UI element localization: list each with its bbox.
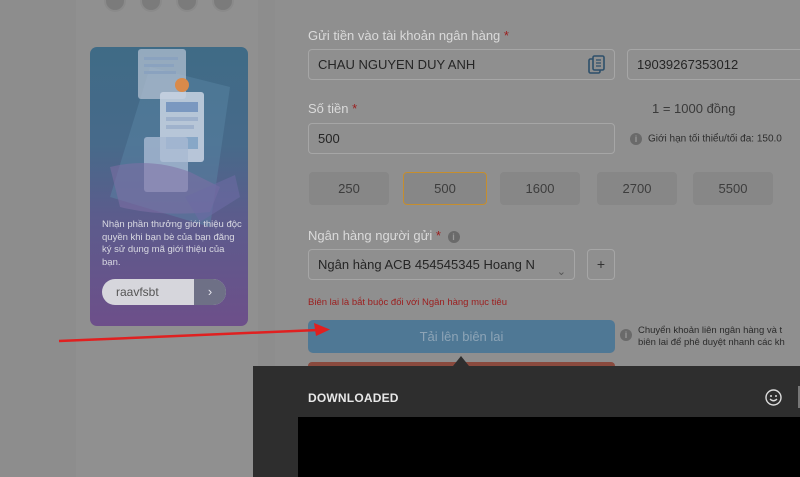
- social-icon[interactable]: [176, 0, 198, 12]
- account-name-field[interactable]: CHAU NGUYEN DUY ANH: [308, 49, 615, 80]
- amount-limit-hint: i Giới hạn tối thiểu/tối đa: 150.0: [630, 133, 782, 145]
- social-icon[interactable]: [140, 0, 162, 12]
- smiley-icon[interactable]: [765, 389, 782, 406]
- referral-promo-card: Nhận phần thưởng giới thiệu độc quyền kh…: [90, 47, 248, 326]
- amount-label: Số tiền *: [308, 101, 358, 116]
- referral-code-box[interactable]: raavfsbt ›: [102, 279, 226, 305]
- upload-note: i Chuyển khoản liên ngân hàng và t biên …: [620, 325, 800, 348]
- left-column: Nhận phần thưởng giới thiệu độc quyền kh…: [0, 0, 275, 477]
- amount-option[interactable]: 250: [309, 172, 389, 205]
- download-content: [298, 417, 800, 477]
- download-panel: DOWNLOADED: [253, 356, 800, 477]
- amount-option[interactable]: 2700: [597, 172, 677, 205]
- upload-receipt-button[interactable]: Tải lên biên lai: [308, 320, 615, 353]
- social-icons-row: [104, 0, 234, 12]
- amount-option[interactable]: 1600: [500, 172, 580, 205]
- receipt-required-warning: Biên lai là bắt buộc đối với Ngân hàng m…: [308, 297, 507, 308]
- sender-bank-select[interactable]: Ngân hàng ACB 454545345 Hoang N ⌄: [308, 249, 575, 280]
- social-icon[interactable]: [212, 0, 234, 12]
- info-icon: i: [620, 329, 632, 341]
- download-title: DOWNLOADED: [308, 391, 399, 405]
- amount-option[interactable]: 5500: [693, 172, 773, 205]
- amount-input[interactable]: 500: [308, 123, 615, 154]
- pointer-notch: [453, 356, 469, 366]
- promo-text: Nhận phần thưởng giới thiệu độc quyền kh…: [102, 219, 242, 268]
- account-number-field[interactable]: 19039267353012: [627, 49, 800, 80]
- chevron-right-icon[interactable]: ›: [194, 279, 226, 305]
- copy-icon[interactable]: [588, 55, 606, 75]
- chevron-down-icon: ⌄: [556, 266, 566, 278]
- social-icon[interactable]: [104, 0, 126, 12]
- info-icon: i: [447, 230, 460, 243]
- promo-illustration: [110, 49, 240, 227]
- info-icon: i: [630, 133, 642, 145]
- add-bank-button[interactable]: +: [587, 249, 615, 280]
- amount-option-selected[interactable]: 500: [403, 172, 487, 205]
- sender-bank-label: Ngân hàng người gửi * i: [308, 228, 466, 243]
- referral-code: raavfsbt: [116, 285, 159, 299]
- deposit-account-label: Gửi tiền vào tài khoản ngân hàng *: [308, 28, 509, 43]
- exchange-rate-text: 1 = 1000 đồng: [652, 101, 736, 116]
